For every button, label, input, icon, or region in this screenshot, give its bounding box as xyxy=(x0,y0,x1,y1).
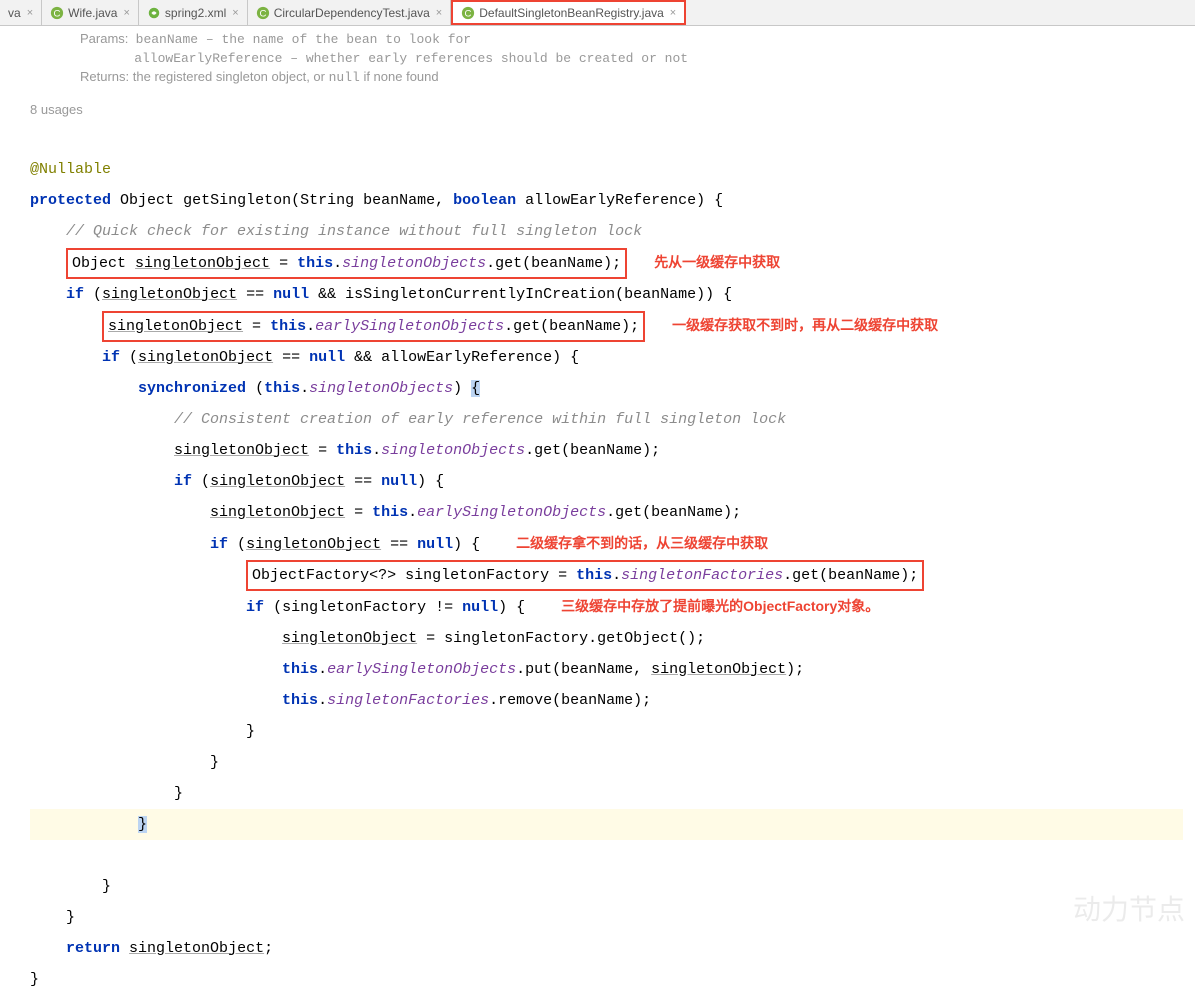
highlight-box: singletonObject = this.earlySingletonObj… xyxy=(102,311,645,342)
close-icon[interactable]: × xyxy=(25,7,33,19)
annotation: @Nullable xyxy=(30,161,111,178)
class-icon: C xyxy=(256,6,270,20)
caret-line: } xyxy=(30,809,1183,840)
svg-text:C: C xyxy=(54,8,61,19)
close-icon[interactable]: × xyxy=(434,7,442,19)
tab-defaultsingleton[interactable]: C DefaultSingletonBeanRegistry.java × xyxy=(451,0,686,25)
close-icon[interactable]: × xyxy=(668,7,676,19)
spring-icon xyxy=(147,6,161,20)
annotation-text: 二级缓存拿不到的话，从三级缓存中获取 xyxy=(516,535,768,551)
file-label: va xyxy=(8,6,21,20)
usages-hint[interactable]: 8 usages xyxy=(0,92,1195,123)
annotation-text: 先从一级缓存中获取 xyxy=(654,254,780,270)
highlight-box: Object singletonObject = this.singletonO… xyxy=(66,248,627,279)
editor-tabs: va × C Wife.java × spring2.xml × C Circu… xyxy=(0,0,1195,26)
file-label: Wife.java xyxy=(68,6,117,20)
class-icon: C xyxy=(50,6,64,20)
tab-wife[interactable]: C Wife.java × xyxy=(42,0,139,25)
svg-text:C: C xyxy=(465,8,472,19)
code-editor[interactable]: @Nullable protected Object getSingleton(… xyxy=(0,123,1195,1007)
file-label: DefaultSingletonBeanRegistry.java xyxy=(479,6,664,20)
annotation-text: 一级缓存获取不到时，再从二级缓存中获取 xyxy=(672,317,938,333)
tab-circulardep[interactable]: C CircularDependencyTest.java × xyxy=(248,0,452,25)
tab-spring[interactable]: spring2.xml × xyxy=(139,0,248,25)
close-icon[interactable]: × xyxy=(230,7,238,19)
file-label: CircularDependencyTest.java xyxy=(274,6,430,20)
annotation-text: 三级缓存中存放了提前曝光的ObjectFactory对象。 xyxy=(561,598,879,614)
close-icon[interactable]: × xyxy=(121,7,129,19)
highlight-box: ObjectFactory<?> singletonFactory = this… xyxy=(246,560,924,591)
file-label: spring2.xml xyxy=(165,6,226,20)
javadoc-hint: Params: beanName – the name of the bean … xyxy=(0,26,1195,92)
tab-partial[interactable]: va × xyxy=(0,0,42,25)
svg-text:C: C xyxy=(259,8,266,19)
class-icon: C xyxy=(461,6,475,20)
